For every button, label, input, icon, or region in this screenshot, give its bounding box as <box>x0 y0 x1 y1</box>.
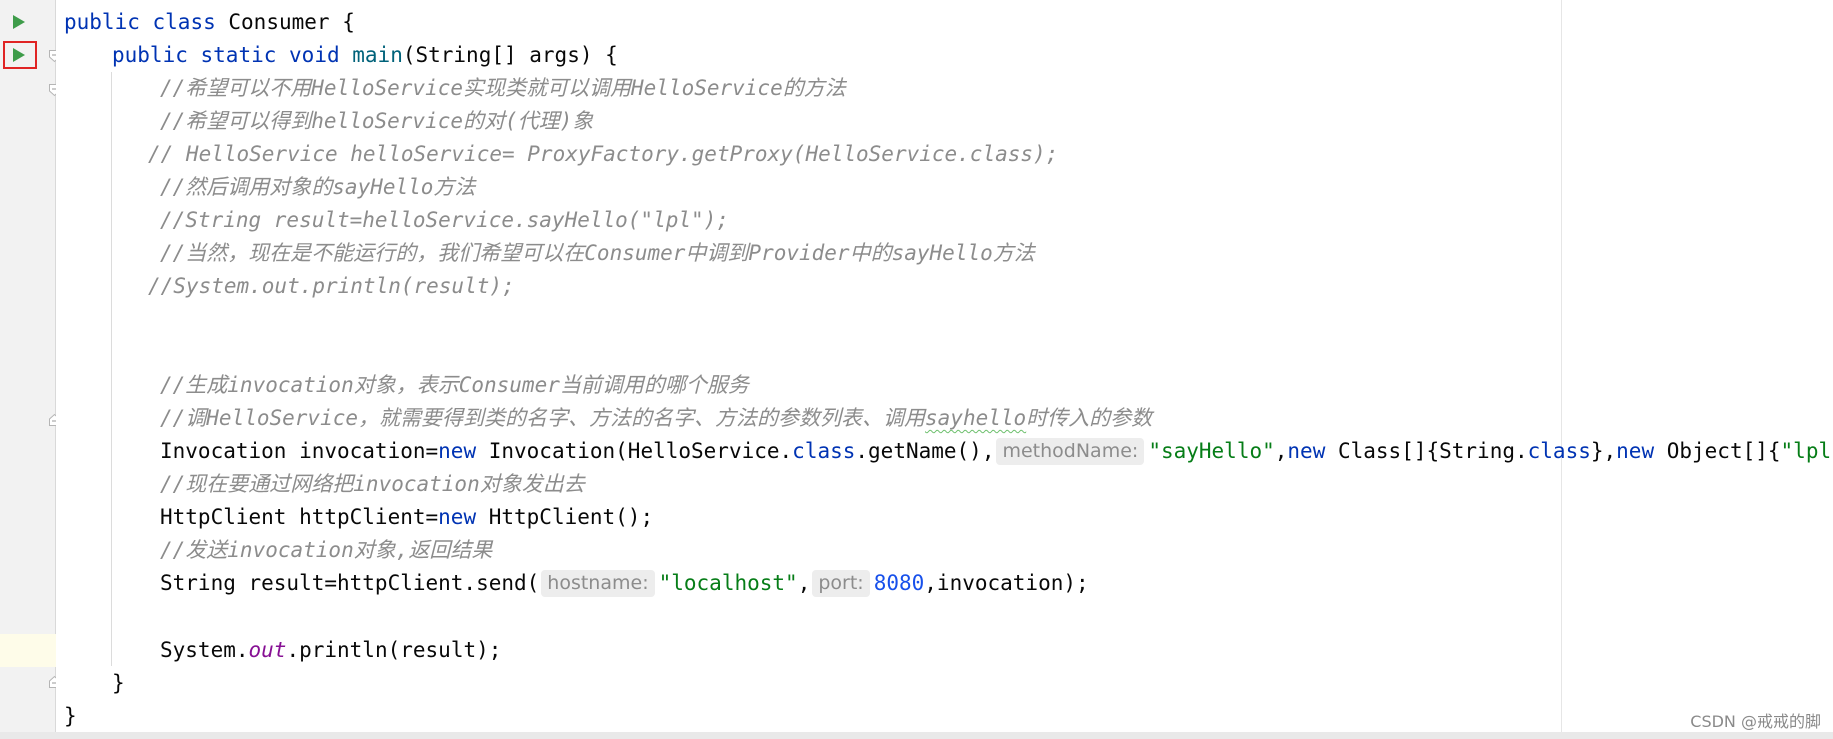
keyword: public <box>112 43 188 67</box>
run-class-icon[interactable] <box>12 14 26 30</box>
keyword: new <box>1287 439 1326 463</box>
code-text: }, <box>1590 439 1617 463</box>
code-line-2: public static void main(String[] args) { <box>112 39 618 72</box>
keyword: static <box>200 43 277 67</box>
code-line-println: System.out.println(result); <box>160 634 501 667</box>
comment-line: // HelloService helloService= ProxyFacto… <box>148 142 1059 166</box>
right-margin-guide <box>1561 0 1562 732</box>
string-literal: "sayHello" <box>1148 439 1275 463</box>
class-name: Consumer <box>228 10 330 34</box>
code-text: , <box>1274 439 1288 463</box>
keyword: new <box>438 505 477 529</box>
method-params: (String[] args) { <box>402 43 618 67</box>
parameter-hint: port: <box>812 570 870 597</box>
comment-line: //System.out.println(result); <box>148 274 515 298</box>
closing-brace: } <box>64 704 77 728</box>
comment-line: //调HelloService，就需要得到类的名字、方法的名字、方法的参数列表、… <box>160 402 1152 435</box>
comment-line: //然后调用对象的sayHello方法 <box>160 175 476 199</box>
comment-line: //希望可以不用HelloService实现类就可以调用HelloService… <box>160 76 846 100</box>
parameter-hint: methodName: <box>996 438 1145 465</box>
string-literal: "lpl" <box>1780 439 1833 463</box>
watermark: CSDN @戒戒的脚 <box>1690 712 1821 731</box>
code-text: Object[]{ <box>1654 439 1781 463</box>
code-text: Invocation(HelloService. <box>476 439 793 463</box>
closing-brace: } <box>112 671 125 695</box>
code-text: , <box>797 571 811 595</box>
comment-line: //生成invocation对象，表示Consumer当前调用的哪个服务 <box>160 373 749 397</box>
keyword: void <box>289 43 340 67</box>
keyword: new <box>1616 439 1655 463</box>
code-line-httpclient: HttpClient httpClient=new HttpClient(); <box>160 501 653 534</box>
comment-line: //发送invocation对象,返回结果 <box>160 538 493 562</box>
number-literal: 8080 <box>873 571 925 595</box>
run-main-icon[interactable] <box>12 47 26 63</box>
comment-text: 时传入的参数 <box>1026 406 1153 430</box>
indent-guide <box>111 72 112 666</box>
keyword: new <box>438 439 477 463</box>
code-text: .println(result); <box>286 638 502 662</box>
comment-text: //调HelloService，就需要得到类的名字、方法的名字、方法的参数列表、… <box>160 406 926 430</box>
code-line-invocation: Invocation invocation=new Invocation(Hel… <box>160 435 1833 468</box>
comment-line: //当然，现在是不能运行的，我们希望可以在Consumer中调到Provider… <box>160 241 1035 265</box>
code-line-send: String result=httpClient.send(hostname: "… <box>160 567 1089 600</box>
code-text: ,invocation); <box>924 571 1089 595</box>
code-text: Invocation invocation= <box>160 439 439 463</box>
string-literal: "localhost" <box>658 571 798 595</box>
comment-line: //现在要通过网络把invocation对象发出去 <box>160 472 585 496</box>
horizontal-scrollbar[interactable] <box>0 732 1833 739</box>
code-text: String result=httpClient.send( <box>160 571 540 595</box>
comment-line: //希望可以得到helloService的对(代理)象 <box>160 109 594 133</box>
code-text: HttpClient httpClient= <box>160 505 439 529</box>
code-text: System. <box>160 638 249 662</box>
keyword: class <box>792 439 856 463</box>
keyword: public <box>64 10 140 34</box>
code-text: Class[]{String. <box>1325 439 1528 463</box>
static-field: out <box>248 638 287 662</box>
brace: { <box>342 10 355 34</box>
method-name: main <box>352 43 403 67</box>
code-text: .getName(), <box>855 439 995 463</box>
editor-gutter <box>0 0 56 732</box>
keyword: class <box>152 10 216 34</box>
code-text: HttpClient(); <box>476 505 654 529</box>
code-line-1: public class Consumer { <box>64 6 355 39</box>
comment-line: //String result=helloService.sayHello("l… <box>160 208 729 232</box>
code-editor[interactable]: public class Consumer { public static vo… <box>56 0 1833 732</box>
typo-word: sayhello <box>925 406 1027 430</box>
keyword: class <box>1527 439 1591 463</box>
parameter-hint: hostname: <box>541 570 655 597</box>
